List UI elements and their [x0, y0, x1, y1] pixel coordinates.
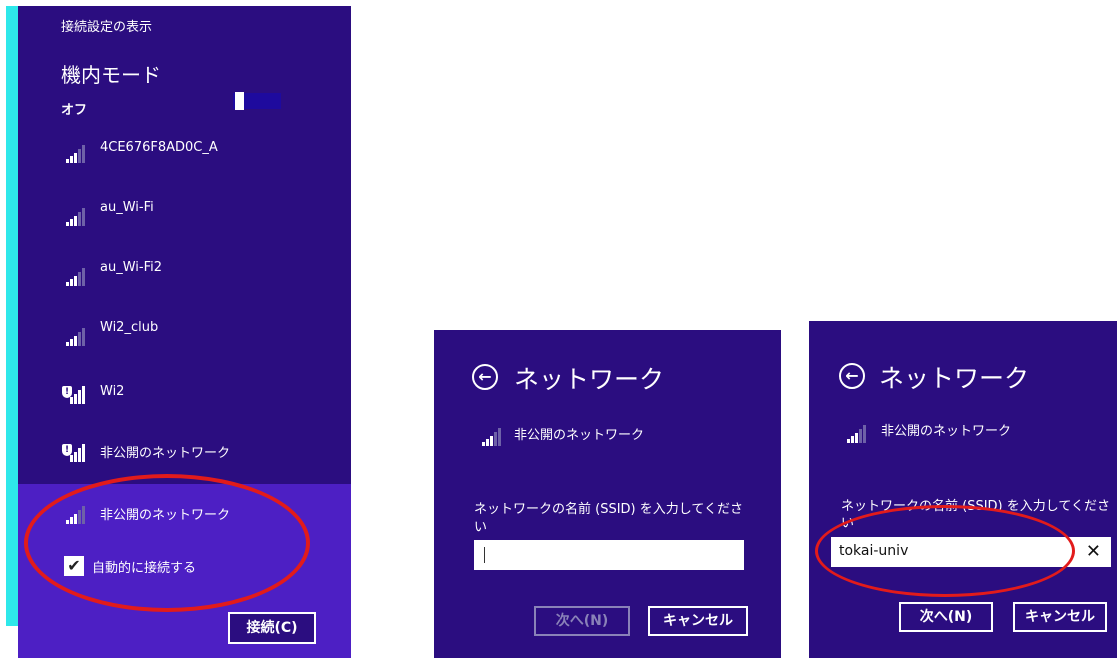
wifi-signal-icon: [847, 425, 869, 443]
ssid-prompt: ネットワークの名前 (SSID) を入力してくださ: [474, 502, 743, 517]
ssid-prompt-continued: い: [474, 520, 488, 535]
network-name: Wi2_club: [100, 320, 159, 335]
wifi-signal-icon: [482, 428, 504, 446]
back-arrow-icon[interactable]: ←: [472, 364, 498, 390]
text-cursor: [484, 547, 485, 563]
panel-title: ネットワーク: [879, 364, 1030, 393]
airplane-mode-state: オフ: [61, 103, 88, 118]
cancel-button[interactable]: キャンセル: [1013, 602, 1107, 632]
next-button-disabled[interactable]: 次へ(N): [534, 606, 630, 636]
wifi-signal-icon: [66, 268, 88, 286]
wifi-signal-icon: [66, 328, 88, 346]
highlight-ellipse: [24, 474, 310, 612]
accent-edge: [6, 6, 18, 626]
wifi-signal-secured-icon: !: [62, 386, 88, 404]
wifi-signal-icon: [66, 145, 88, 163]
network-item[interactable]: ! Wi2: [18, 374, 351, 414]
network-item[interactable]: au_Wi-Fi2: [18, 254, 351, 294]
cancel-button[interactable]: キャンセル: [648, 606, 748, 636]
network-item[interactable]: Wi2_club: [18, 314, 351, 354]
network-name: au_Wi-Fi2: [100, 260, 162, 275]
network-item[interactable]: ! 非公開のネットワーク: [18, 432, 351, 472]
network-item[interactable]: au_Wi-Fi: [18, 194, 351, 234]
network-name: Wi2: [100, 384, 125, 399]
ssid-entry-panel-filled: ← ネットワーク 非公開のネットワーク ネットワークの名前 (SSID) を入力…: [809, 321, 1117, 658]
network-name: au_Wi-Fi: [100, 200, 154, 215]
panel-title: ネットワーク: [514, 365, 665, 394]
toggle-knob: [235, 92, 244, 110]
network-name: 非公開のネットワーク: [881, 424, 1012, 439]
network-name: 4CE676F8AD0C_A: [100, 140, 218, 155]
network-item[interactable]: 4CE676F8AD0C_A: [18, 134, 351, 174]
back-arrow-icon[interactable]: ←: [839, 363, 865, 389]
wifi-signal-icon: [66, 208, 88, 226]
network-name: 非公開のネットワーク: [100, 446, 231, 461]
ssid-input[interactable]: [474, 540, 744, 570]
network-name: 非公開のネットワーク: [514, 428, 645, 443]
view-connection-settings-link[interactable]: 接続設定の表示: [61, 16, 152, 35]
next-button[interactable]: 次へ(N): [899, 602, 993, 632]
connect-button[interactable]: 接続(C): [228, 612, 316, 644]
wifi-signal-secured-icon: !: [62, 444, 88, 462]
ssid-entry-panel-empty: ← ネットワーク 非公開のネットワーク ネットワークの名前 (SSID) を入力…: [434, 330, 781, 658]
airplane-mode-title: 機内モード: [61, 63, 161, 87]
highlight-ellipse: [815, 505, 1075, 597]
clear-icon[interactable]: ✕: [1086, 541, 1101, 562]
